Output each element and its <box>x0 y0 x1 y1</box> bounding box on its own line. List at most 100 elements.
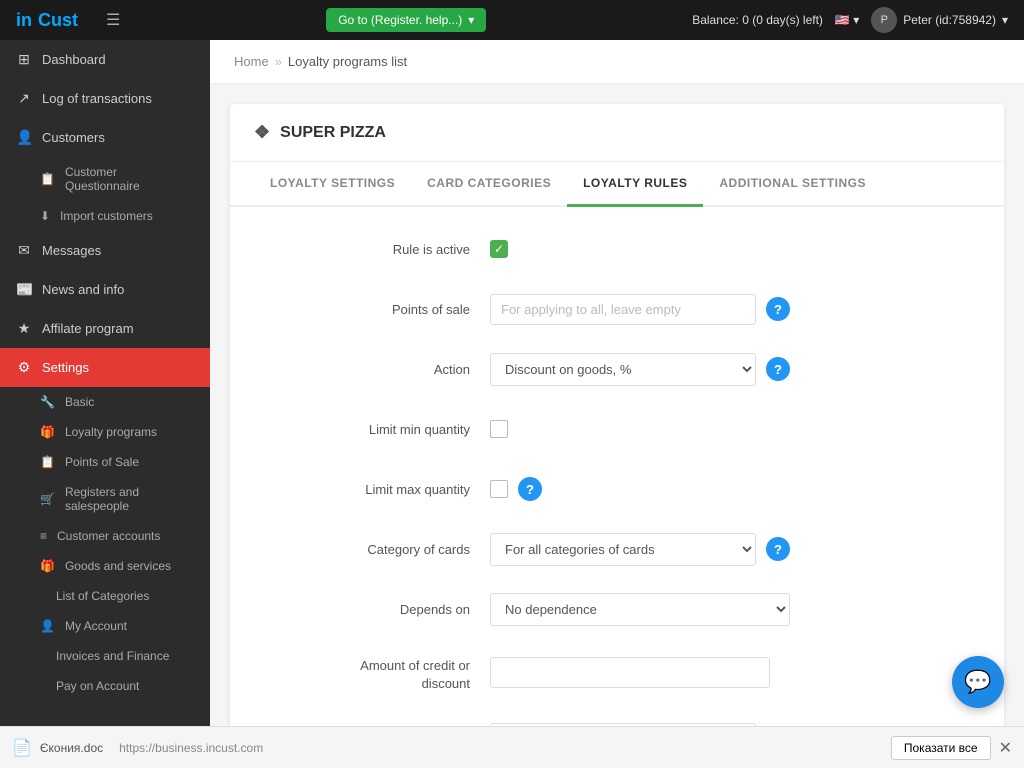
pos-label: Points of sale <box>290 302 490 317</box>
show-all-button[interactable]: Показати все <box>891 736 991 760</box>
form-row-limit-max: Limit max quantity ? <box>290 471 944 507</box>
sidebar-item-label: Registers and salespeople <box>65 485 194 513</box>
rule-active-checkbox[interactable]: ✓ <box>490 240 508 258</box>
sidebar-item-dashboard[interactable]: ⊞ Dashboard <box>0 40 210 79</box>
sidebar-item-log-transactions[interactable]: ↗ Log of transactions <box>0 79 210 118</box>
sidebar-item-label: My Account <box>65 619 127 633</box>
form-row-apply-categories: Apply to categories ofgoods ? <box>290 717 944 726</box>
user-name: Peter (id:758942) <box>903 13 996 27</box>
sidebar-item-label: Basic <box>65 395 94 409</box>
user-menu[interactable]: P Peter (id:758942) ▾ <box>871 7 1008 33</box>
form-row-action: Action Discount on goods, % ? <box>290 351 944 387</box>
sidebar-item-label: Invoices and Finance <box>56 649 169 663</box>
topbar-center: Go to (Register. help...) <box>326 8 486 32</box>
depends-on-group: No dependence <box>490 593 790 626</box>
tabs-bar: LOYALTY SETTINGS CARD CATEGORIES LOYALTY… <box>230 162 1004 207</box>
goods-icon: 🎁 <box>40 559 55 573</box>
limit-max-help-button[interactable]: ? <box>518 477 542 501</box>
questionnaire-icon: 📋 <box>40 172 55 186</box>
card-category-help-button[interactable]: ? <box>766 537 790 561</box>
bottom-bar: 📄 Єкония.doc https://business.incust.com… <box>0 726 1024 768</box>
chat-fab-button[interactable]: 💬 <box>952 656 1004 708</box>
sidebar-item-pos[interactable]: 📋 Points of Sale <box>0 447 210 477</box>
sidebar-item-import[interactable]: ⬇ Import customers <box>0 201 210 231</box>
breadcrumb-home[interactable]: Home <box>234 54 269 69</box>
limit-min-control <box>490 420 770 438</box>
bottom-bar-right: Показати все ✕ <box>891 736 1012 760</box>
goto-button[interactable]: Go to (Register. help...) <box>326 8 486 32</box>
limit-max-checkbox[interactable] <box>490 480 508 498</box>
log-icon: ↗ <box>16 90 32 107</box>
sidebar-item-affiliate[interactable]: ★ Affilate program <box>0 309 210 348</box>
tab-loyalty-settings[interactable]: LOYALTY SETTINGS <box>254 162 411 207</box>
layers-icon: ❖ <box>254 122 270 143</box>
form-row-rule-active: Rule is active ✓ <box>290 231 944 267</box>
sidebar-item-registers[interactable]: 🛒 Registers and salespeople <box>0 477 210 521</box>
card-header: ❖ SUPER PIZZA <box>230 104 1004 162</box>
topbar-right: Balance: 0 (0 day(s) left) 🇺🇸 ▾ P Peter … <box>692 7 1008 33</box>
rule-active-label: Rule is active <box>290 242 490 257</box>
form-row-depends-on: Depends on No dependence <box>290 591 944 627</box>
limit-max-label: Limit max quantity <box>290 482 490 497</box>
sidebar-item-goods[interactable]: 🎁 Goods and services <box>0 551 210 581</box>
affiliate-icon: ★ <box>16 320 32 337</box>
pos-input[interactable] <box>490 294 756 325</box>
topbar: inCust ☰ Go to (Register. help...) Balan… <box>0 0 1024 40</box>
amount-label: Amount of credit ordiscount <box>290 651 490 693</box>
pos-input-group: ? <box>490 294 790 325</box>
sidebar-item-basic[interactable]: 🔧 Basic <box>0 387 210 417</box>
sidebar-item-settings[interactable]: ⚙ Settings <box>0 348 210 387</box>
settings-icon: ⚙ <box>16 359 32 376</box>
tab-additional-settings[interactable]: ADDITIONAL SETTINGS <box>703 162 882 207</box>
depends-on-select[interactable]: No dependence <box>490 593 790 626</box>
sidebar-item-label: Pay on Account <box>56 679 139 693</box>
amount-input[interactable]: 0 <box>490 657 770 688</box>
close-bar-button[interactable]: ✕ <box>999 738 1012 758</box>
card-category-select[interactable]: For all categories of cards <box>490 533 756 566</box>
breadcrumb-current: Loyalty programs list <box>288 54 407 69</box>
sidebar-item-label: Dashboard <box>42 52 106 67</box>
breadcrumb: Home » Loyalty programs list <box>210 40 1024 84</box>
loyalty-icon: 🎁 <box>40 425 55 439</box>
action-help-button[interactable]: ? <box>766 357 790 381</box>
sidebar-item-label: Goods and services <box>65 559 171 573</box>
sidebar-item-news[interactable]: 📰 News and info <box>0 270 210 309</box>
rule-active-control: ✓ <box>490 240 770 258</box>
language-selector[interactable]: 🇺🇸 ▾ <box>835 13 859 27</box>
sidebar-item-pay-account[interactable]: Pay on Account <box>0 671 210 701</box>
import-icon: ⬇ <box>40 209 50 223</box>
tab-card-categories[interactable]: CARD CATEGORIES <box>411 162 567 207</box>
sidebar-item-customers[interactable]: 👤 Customers <box>0 118 210 157</box>
chat-icon: 💬 <box>964 669 991 695</box>
sidebar-item-loyalty-programs[interactable]: 🎁 Loyalty programs <box>0 417 210 447</box>
sidebar-item-questionnaire[interactable]: 📋 Customer Questionnaire <box>0 157 210 201</box>
logo: inCust <box>16 10 78 31</box>
main-card: ❖ SUPER PIZZA LOYALTY SETTINGS CARD CATE… <box>230 104 1004 726</box>
menu-icon[interactable]: ☰ <box>106 10 120 30</box>
bottom-url: https://business.incust.com <box>119 741 263 755</box>
sidebar-item-label: Affilate program <box>42 321 134 336</box>
main-layout: ⊞ Dashboard ↗ Log of transactions 👤 Cust… <box>0 40 1024 726</box>
limit-max-group: ? <box>490 477 790 501</box>
messages-icon: ✉ <box>16 242 32 259</box>
sidebar: ⊞ Dashboard ↗ Log of transactions 👤 Cust… <box>0 40 210 726</box>
sidebar-item-messages[interactable]: ✉ Messages <box>0 231 210 270</box>
pos-help-button[interactable]: ? <box>766 297 790 321</box>
sidebar-item-label: Points of Sale <box>65 455 139 469</box>
sidebar-item-label: Settings <box>42 360 89 375</box>
sidebar-item-list-categories[interactable]: List of Categories <box>0 581 210 611</box>
sidebar-item-my-account[interactable]: 👤 My Account <box>0 611 210 641</box>
card-category-label: Category of cards <box>290 542 490 557</box>
accounts-icon: ≡ <box>40 529 47 543</box>
action-label: Action <box>290 362 490 377</box>
balance-text: Balance: 0 (0 day(s) left) <box>692 13 823 27</box>
form-body: Rule is active ✓ Points of sale ? Action <box>230 207 1004 726</box>
sidebar-item-invoices[interactable]: Invoices and Finance <box>0 641 210 671</box>
action-select-group: Discount on goods, % ? <box>490 353 790 386</box>
sidebar-item-customer-accounts[interactable]: ≡ Customer accounts <box>0 521 210 551</box>
doc-name: Єкония.doc <box>40 741 103 755</box>
sidebar-item-label: Messages <box>42 243 101 258</box>
limit-min-checkbox[interactable] <box>490 420 508 438</box>
action-select[interactable]: Discount on goods, % <box>490 353 756 386</box>
tab-loyalty-rules[interactable]: LOYALTY RULES <box>567 162 703 207</box>
